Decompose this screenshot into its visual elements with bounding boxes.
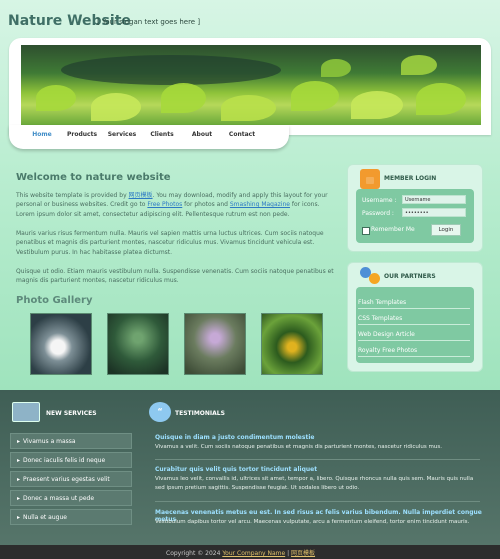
paragraph-3: Quisque ut odio. Etiam mauris vestibulum…: [16, 268, 334, 285]
company-link[interactable]: Your Company Name: [222, 550, 285, 557]
monitor-icon: [12, 402, 40, 422]
intro-paragraph: This website template is provided by 网页模…: [16, 192, 328, 218]
nav-clients[interactable]: Clients: [142, 131, 182, 138]
footer: Copyright © 2024 Your Company Name | 网页模…: [0, 545, 500, 559]
divider: [155, 501, 480, 502]
lock-icon: [360, 169, 380, 189]
template-link[interactable]: 网页模板: [129, 192, 153, 199]
service-item[interactable]: ▸ Donec iaculis felis id neque: [10, 452, 132, 468]
gallery-title: Photo Gallery: [16, 295, 93, 306]
services-title: NEW SERVICES: [46, 410, 97, 417]
login-title: MEMBER LOGIN: [384, 175, 437, 182]
nav-services[interactable]: Services: [102, 131, 142, 138]
testimonial-title: Curabitur quis velit quis tortor tincidu…: [155, 466, 318, 473]
footer-text: Copyright © 2024 Your Company Name | 网页模…: [166, 550, 316, 557]
partner-link-article[interactable]: Web Design Article: [358, 331, 470, 341]
main-nav: Home Products Services Clients About Con…: [9, 125, 289, 149]
gallery-thumb-beetle[interactable]: [261, 313, 323, 375]
partners-title: OUR PARTNERS: [384, 273, 436, 280]
nav-contact[interactable]: Contact: [222, 131, 262, 138]
testimonial-title: Quisque in diam a justo condimentum mole…: [155, 434, 315, 441]
partner-link-photos[interactable]: Royalty Free Photos: [358, 347, 470, 357]
username-field[interactable]: [402, 195, 466, 204]
banner-image: [21, 45, 481, 125]
nav-products[interactable]: Products: [62, 131, 102, 138]
password-label: Password :: [362, 210, 394, 217]
designer-link[interactable]: 网页模板: [291, 550, 315, 557]
people-icon: [360, 265, 382, 287]
welcome-title: Welcome to nature website: [16, 172, 171, 183]
service-item[interactable]: ▸ Nulla et augue: [10, 509, 132, 525]
free-photos-link[interactable]: Free Photos: [147, 201, 182, 208]
username-label: Username :: [362, 197, 397, 204]
partner-link-flash[interactable]: Flash Templates: [358, 299, 470, 309]
partner-link-css[interactable]: CSS Templates: [358, 315, 470, 325]
remember-label: Remember Me: [371, 226, 415, 233]
nav-about[interactable]: About: [182, 131, 222, 138]
slogan: [ Your slogan text goes here ]: [97, 18, 201, 26]
gallery-thumb-swan[interactable]: [30, 313, 92, 375]
testimonial-body: Vivamus leo velit, convallis id, ultrice…: [155, 476, 474, 491]
paragraph-2: Mauris varius risus fermentum nulla. Mau…: [16, 230, 324, 256]
quote-icon: “: [149, 402, 171, 422]
service-item[interactable]: ▸ Vivamus a massa: [10, 433, 132, 449]
gallery-thumb-flowers[interactable]: [184, 313, 246, 375]
nav-home[interactable]: Home: [22, 131, 62, 138]
service-item[interactable]: ▸ Donec a massa ut pede: [10, 490, 132, 506]
smashing-magazine-link[interactable]: Smashing Magazine: [230, 201, 290, 208]
password-field[interactable]: [402, 208, 466, 217]
remember-checkbox[interactable]: [362, 227, 370, 235]
testimonials-title: TESTIMONIALS: [175, 410, 225, 417]
gallery-thumb-leaves[interactable]: [107, 313, 169, 375]
divider: [155, 459, 480, 460]
login-button[interactable]: Login: [431, 224, 461, 236]
service-item[interactable]: ▸ Praesent varius egestas velit: [10, 471, 132, 487]
testimonial-body: Vestibulum dapibus tortor vel arcu. Maec…: [155, 519, 470, 525]
testimonial-body: Vivamus a velit. Cum sociis natoque pena…: [155, 444, 442, 450]
